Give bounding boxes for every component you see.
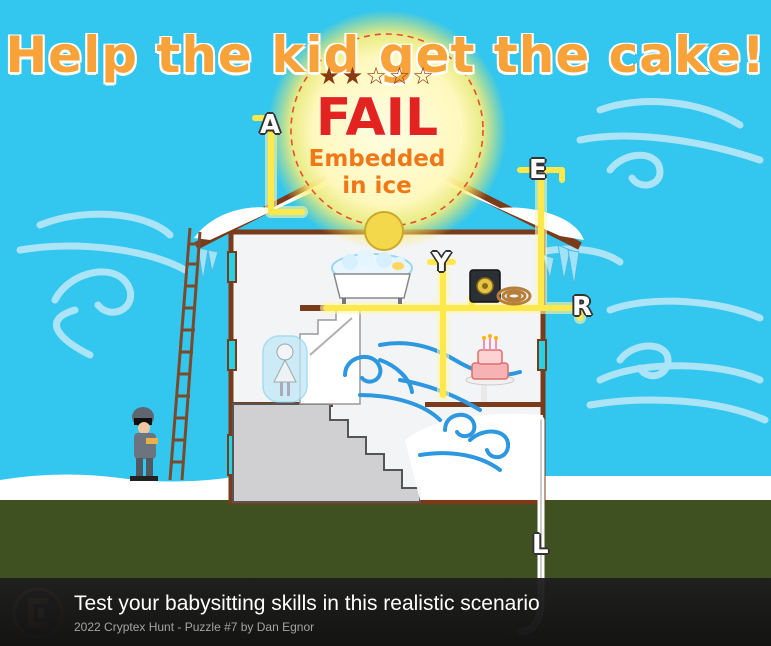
frozen-kid-icon (262, 335, 308, 403)
pipe-letter-e: E (529, 155, 547, 185)
safe-icon (469, 269, 501, 303)
pipe-letter-y: Y (432, 248, 451, 278)
result-status: FAIL (315, 88, 439, 148)
pipe-letter-l: L (532, 530, 549, 560)
result-reason: Embedded in ice (308, 146, 446, 199)
retry-button[interactable] (364, 211, 404, 251)
game-stage: Help the kid get the cake! A E Y R L ★★☆… (0, 0, 771, 646)
bathtub-icon (331, 249, 413, 304)
result-panel: ★★☆☆☆ FAIL Embedded in ice (254, 24, 500, 200)
caption-title: Test your babysitting skills in this rea… (74, 592, 540, 615)
pipe-letter-r: R (572, 292, 593, 322)
middle-floor-right (425, 402, 543, 407)
star-rating: ★★☆☆☆ (318, 62, 436, 90)
caption-subtitle: 2022 Cryptex Hunt - Puzzle #7 by Dan Egn… (74, 620, 315, 634)
